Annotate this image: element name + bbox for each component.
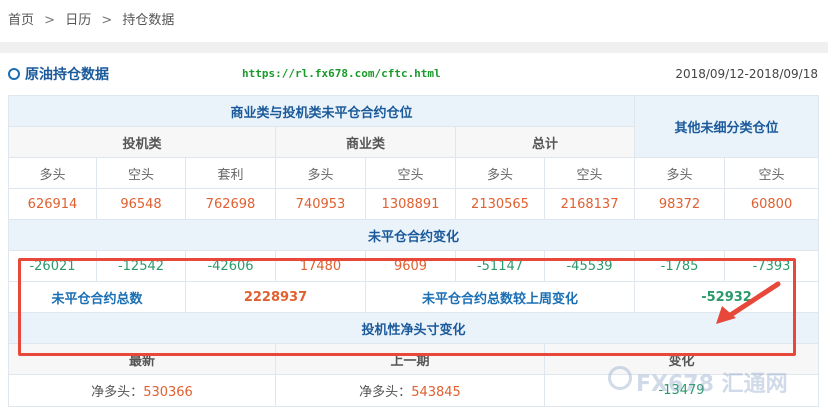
position-cell: 98372: [634, 188, 726, 220]
net-prev-cell: 净多头：543845: [275, 374, 545, 407]
position-cell: 626914: [8, 188, 97, 220]
position-cell: 1308891: [365, 188, 456, 220]
net-latest-cell: 净多头：530366: [8, 374, 276, 407]
source-url-link[interactable]: https://rl.fx678.com/cftc.html: [242, 67, 441, 80]
subheader-total: 总计: [454, 126, 636, 158]
position-cell: 2168137: [543, 188, 636, 220]
subheader-spec: 投机类: [8, 126, 276, 158]
column-header: 多头: [275, 157, 366, 189]
annotation-arrow-icon: [716, 281, 781, 324]
position-cell: 96548: [96, 188, 186, 220]
circle-bullet-icon: [8, 68, 20, 80]
subheader-commercial: 商业类: [275, 126, 456, 158]
column-header: 空头: [365, 157, 456, 189]
position-cell: 2130565: [455, 188, 545, 220]
watermark: FX678 汇通网: [636, 372, 788, 397]
breadcrumb: 首页 > 日历 > 持仓数据: [0, 0, 828, 42]
net-latest-value: 530366: [143, 385, 193, 400]
date-range: 2018/09/12-2018/09/18: [675, 67, 818, 81]
highlight-box: [18, 258, 796, 356]
breadcrumb-home-link[interactable]: 首页: [8, 13, 34, 28]
positions-table: 商业类与投机类未平仓合约仓位 其他未细分类仓位 投机类 商业类 总计 多头 空头…: [7, 95, 820, 407]
fx678-logo-icon: [608, 366, 632, 390]
net-prefix: 净多头：: [359, 385, 412, 400]
cftc-panel: 原油持仓数据 https://rl.fx678.com/cftc.html 20…: [0, 53, 828, 416]
breadcrumb-separator: >: [101, 13, 113, 28]
breadcrumb-calendar-link[interactable]: 日历: [65, 13, 91, 28]
column-header: 空头: [96, 157, 186, 189]
panel-header: 原油持仓数据 https://rl.fx678.com/cftc.html 20…: [0, 53, 828, 95]
position-cell: 60800: [724, 188, 820, 220]
group-header-commercial-spec: 商业类与投机类未平仓合约仓位: [7, 95, 636, 127]
breadcrumb-separator: >: [44, 13, 56, 28]
breadcrumb-current: 持仓数据: [122, 13, 175, 28]
net-prefix: 净多头：: [91, 385, 144, 400]
net-prev-value: 543845: [411, 385, 461, 400]
position-cell: 762698: [185, 188, 276, 220]
page-title: 原油持仓数据: [25, 67, 109, 83]
change-section-title: 未平仓合约变化: [7, 219, 820, 251]
position-cell: 740953: [275, 188, 366, 220]
column-header: 多头: [8, 157, 97, 189]
group-header-other: 其他未细分类仓位: [634, 95, 820, 158]
column-header: 多头: [455, 157, 545, 189]
column-header: 套利: [185, 157, 276, 189]
column-header: 多头: [634, 157, 726, 189]
column-header: 空头: [724, 157, 820, 189]
column-header: 空头: [543, 157, 636, 189]
